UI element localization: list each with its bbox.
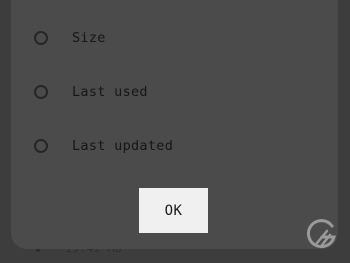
radio-unselected-icon[interactable] bbox=[34, 139, 48, 153]
sort-option-label: Size bbox=[72, 30, 106, 46]
ok-button[interactable]: OK bbox=[139, 188, 208, 233]
sort-option-size[interactable]: Size bbox=[11, 19, 338, 59]
radio-unselected-icon[interactable] bbox=[34, 31, 48, 45]
sort-option-last-used[interactable]: Last used bbox=[11, 73, 338, 113]
g-logo-icon bbox=[305, 217, 339, 251]
sort-option-label: Last updated bbox=[72, 138, 174, 154]
sort-option-last-updated[interactable]: Last updated bbox=[11, 127, 338, 167]
radio-unselected-icon[interactable] bbox=[34, 85, 48, 99]
sort-option-label: Last used bbox=[72, 84, 148, 100]
screen: 15.41 MB Size Last used Last updated OK bbox=[0, 0, 350, 263]
